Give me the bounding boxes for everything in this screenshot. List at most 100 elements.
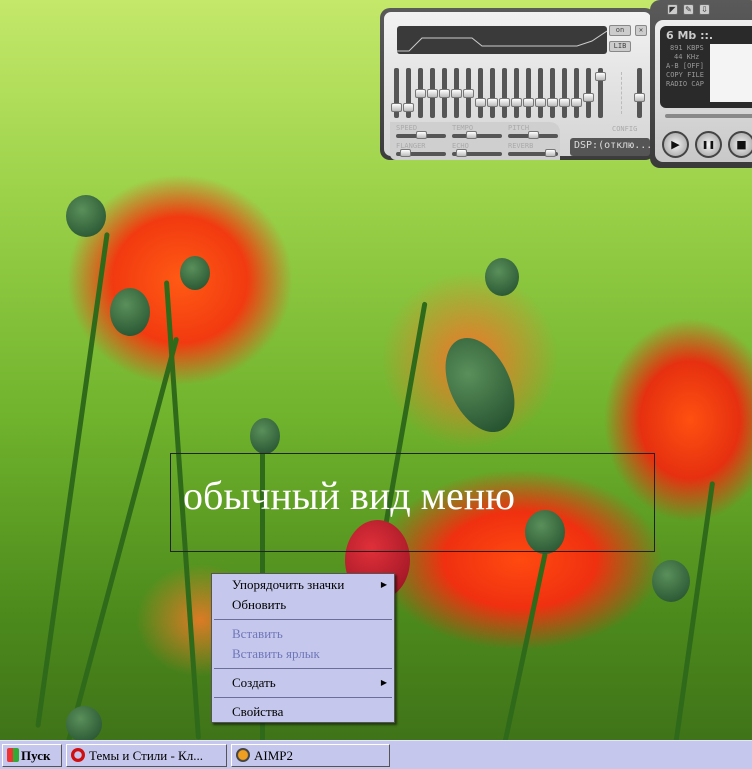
caption-box: обычный вид меню: [170, 453, 655, 552]
eq-band-slider[interactable]: [475, 68, 486, 118]
eq-band-slider[interactable]: [415, 68, 426, 118]
eq-band-knob[interactable]: [559, 97, 570, 107]
submenu-arrow-icon: ▶: [380, 580, 387, 589]
task-label: Темы и Стили - Кл...: [89, 748, 203, 763]
eq-band-knob[interactable]: [511, 97, 522, 107]
eq-band-slider[interactable]: [583, 68, 594, 118]
copy-file[interactable]: COPY FILE: [666, 71, 704, 80]
menu-item-new[interactable]: Создать ▶: [212, 673, 394, 693]
eq-band-slider[interactable]: [559, 68, 570, 118]
eq-band-knob[interactable]: [523, 97, 534, 107]
eq-band-slider[interactable]: [451, 68, 462, 118]
menu-item-label: Упорядочить значки: [232, 577, 345, 592]
vu-meter: [710, 44, 752, 102]
menu-item-label: Свойства: [232, 704, 284, 719]
settings-icon[interactable]: ✎: [683, 4, 694, 15]
eq-band-knob[interactable]: [475, 97, 486, 107]
eq-band-slider[interactable]: [487, 68, 498, 118]
eq-band-slider[interactable]: [403, 68, 414, 118]
eq-band-knob[interactable]: [499, 97, 510, 107]
aimp-player-window: ◤ ✎ ⇩ 6 Mb ::. 891 KBPS 44 KHz A-B [OFF]…: [650, 0, 752, 168]
eq-band-slider[interactable]: [391, 68, 402, 118]
eq-band-slider[interactable]: [595, 68, 606, 118]
eq-band-slider[interactable]: [571, 68, 582, 118]
eq-band-slider[interactable]: [535, 68, 546, 118]
eq-band-knob[interactable]: [535, 97, 546, 107]
eq-band-slider[interactable]: [439, 68, 450, 118]
menu-item-label: Вставить: [232, 626, 283, 641]
effect-slider-knob[interactable]: [415, 131, 427, 139]
eq-band-knob[interactable]: [547, 97, 558, 107]
player-display: 6 Mb ::. 891 KBPS 44 KHz A-B [OFF] COPY …: [660, 26, 752, 108]
eq-close-icon[interactable]: ✕: [635, 25, 647, 36]
desktop-context-menu: Упорядочить значки ▶ Обновить Вставить Вс…: [211, 573, 395, 723]
eq-band-knob[interactable]: [487, 97, 498, 107]
menu-item-arrange-icons[interactable]: Упорядочить значки ▶: [212, 575, 394, 595]
effects-panel: SPEED TEMPO PITCH FLANGER ECHO REVERB: [390, 122, 560, 160]
file-size: 6 Mb ::.: [666, 29, 714, 42]
eq-band-slider[interactable]: [511, 68, 522, 118]
menu-item-label: Создать: [232, 675, 276, 690]
minimize-icon[interactable]: ◤: [667, 4, 678, 15]
eq-band-knob[interactable]: [391, 102, 402, 112]
eq-band-knob[interactable]: [403, 102, 414, 112]
dsp-selector[interactable]: DSP:(отклю...: [570, 138, 650, 156]
stop-button[interactable]: ■: [728, 131, 752, 158]
eq-band-knob[interactable]: [439, 88, 450, 98]
eq-band-slider[interactable]: [547, 68, 558, 118]
menu-separator: [214, 619, 392, 620]
opera-icon: [71, 748, 85, 762]
menu-item-refresh[interactable]: Обновить: [212, 595, 394, 615]
eq-band-slider[interactable]: [463, 68, 474, 118]
eq-band-slider[interactable]: [499, 68, 510, 118]
menu-item-paste-shortcut: Вставить ярлык: [212, 644, 394, 664]
menu-separator: [214, 668, 392, 669]
eq-volume-slider[interactable]: [634, 68, 645, 118]
config-label[interactable]: CONFIG: [612, 125, 637, 133]
seek-bar[interactable]: [665, 114, 752, 118]
effect-slider-speed[interactable]: [396, 131, 446, 139]
effect-label: REVERB: [508, 142, 534, 150]
effect-slider-knob[interactable]: [455, 149, 467, 157]
menu-item-properties[interactable]: Свойства: [212, 702, 394, 722]
menu-item-paste: Вставить: [212, 624, 394, 644]
eq-curve-display: [397, 26, 607, 54]
start-button[interactable]: Пуск: [2, 744, 62, 767]
menu-separator: [214, 697, 392, 698]
task-opera[interactable]: Темы и Стили - Кл...: [66, 744, 227, 767]
eq-on-button[interactable]: on: [609, 25, 631, 36]
menu-item-label: Обновить: [232, 597, 287, 612]
effect-slider-knob[interactable]: [465, 131, 477, 139]
effect-slider-pitch[interactable]: [508, 131, 558, 139]
samplerate: 44 KHz: [674, 53, 700, 61]
taskbar: Пуск Темы и Стили - Кл... AIMP2: [0, 740, 752, 769]
effect-slider-echo[interactable]: [452, 149, 502, 157]
effect-slider-knob[interactable]: [399, 149, 411, 157]
eq-lib-button[interactable]: LIB: [609, 41, 631, 52]
eq-band-slider[interactable]: [523, 68, 534, 118]
ab-repeat[interactable]: A-B [OFF]: [666, 62, 704, 71]
eq-band-knob[interactable]: [595, 72, 606, 82]
effect-slider-reverb[interactable]: [508, 149, 558, 157]
eq-band-knob[interactable]: [463, 88, 474, 98]
eq-band-knob[interactable]: [427, 88, 438, 98]
effect-slider-knob[interactable]: [545, 149, 557, 157]
task-aimp2[interactable]: AIMP2: [231, 744, 390, 767]
play-button[interactable]: ▶: [662, 131, 689, 158]
eq-band-knob[interactable]: [571, 97, 582, 107]
eq-band-slider[interactable]: [427, 68, 438, 118]
tray-icon[interactable]: ⇩: [699, 4, 710, 15]
effect-slider-knob[interactable]: [527, 131, 539, 139]
eq-band-knob[interactable]: [415, 88, 426, 98]
effect-label: PITCH: [508, 124, 530, 132]
effect-slider-flanger[interactable]: [396, 149, 446, 157]
radio-cap[interactable]: RADIO CAP: [666, 80, 704, 89]
effect-slider-tempo[interactable]: [452, 131, 502, 139]
pause-button[interactable]: ❚❚: [695, 131, 722, 158]
eq-volume-knob[interactable]: [634, 92, 645, 102]
eq-band-knob[interactable]: [583, 92, 594, 102]
windows-logo-icon: [7, 748, 19, 762]
menu-item-label: Вставить ярлык: [232, 646, 320, 661]
eq-band-knob[interactable]: [451, 88, 462, 98]
caption-text: обычный вид меню: [183, 473, 516, 518]
